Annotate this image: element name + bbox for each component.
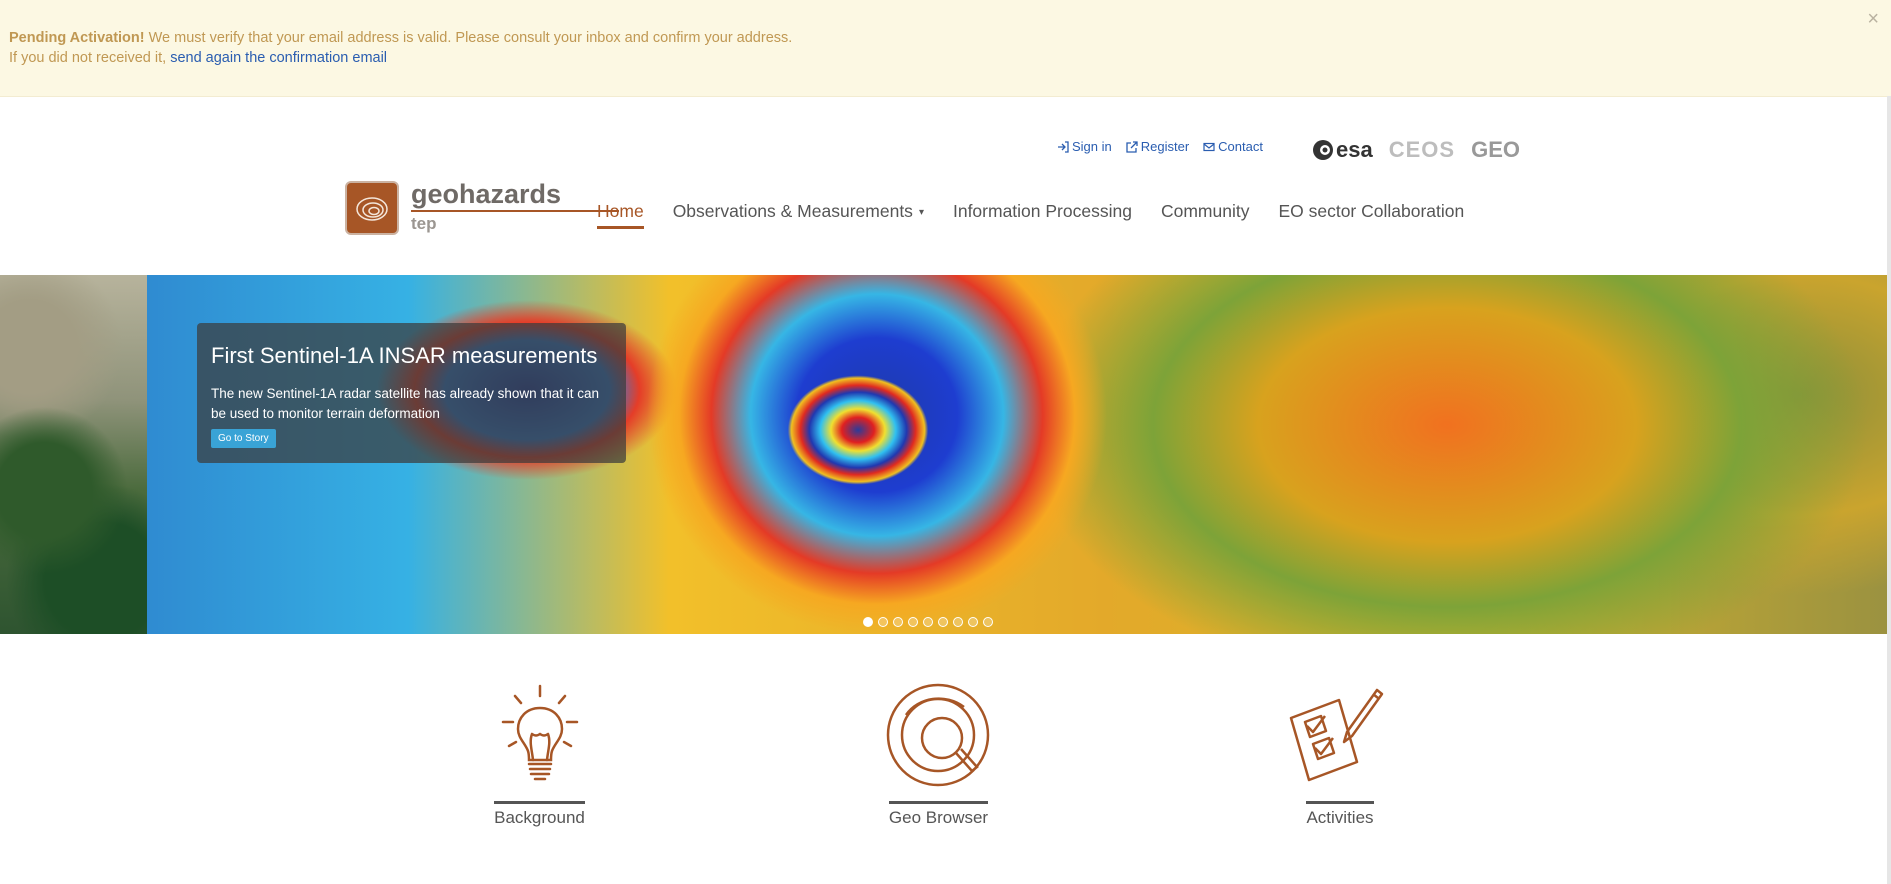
carousel-dot[interactable] [923,617,933,627]
geo-logo[interactable]: GEO [1471,137,1520,163]
main-nav: Home Observations & Measurements ▾ Inform… [597,201,1493,229]
carousel-caption: First Sentinel-1A INSAR measurements The… [197,323,626,463]
hero-carousel[interactable]: First Sentinel-1A INSAR measurements The… [0,275,1887,634]
chevron-down-icon: ▾ [918,207,924,218]
carousel-dot[interactable] [863,617,873,627]
nav-information-processing[interactable]: Information Processing [953,201,1132,229]
geo-label: GEO [1471,137,1520,162]
top-links: Sign in Register Contact [1057,139,1263,154]
geohazards-emblem-icon [345,181,399,235]
carousel-dot[interactable] [983,617,993,627]
feature-background[interactable]: Background [492,680,587,828]
feature-background-label: Background [494,801,585,828]
contact-link[interactable]: Contact [1203,139,1263,154]
esa-logo[interactable]: esa [1312,137,1373,163]
pending-activation-alert: Pending Activation! We must verify that … [0,0,1891,97]
alert-message: We must verify that your email address i… [144,30,793,46]
ceos-logo[interactable]: CEOS [1389,137,1455,163]
sign-in-label: Sign in [1072,139,1112,154]
logo-text: geohazards tep [411,179,619,234]
esa-label: esa [1336,137,1373,162]
carousel-dot[interactable] [878,617,888,627]
carousel-indicators [863,617,993,627]
nav-community[interactable]: Community [1161,201,1250,229]
carousel-dot[interactable] [968,617,978,627]
logo-title: geohazards [411,179,619,212]
alert-line-1: Pending Activation! We must verify that … [9,30,792,46]
magnifier-globe-icon [886,683,990,787]
scrollbar[interactable] [1887,96,1891,884]
nav-observations-measurements[interactable]: Observations & Measurements ▾ [673,201,924,229]
register-link[interactable]: Register [1126,139,1189,154]
carousel-title: First Sentinel-1A INSAR measurements [211,343,598,368]
checklist-icon [1289,688,1384,782]
ceos-label: CEOS [1388,137,1456,162]
carousel-dot[interactable] [908,617,918,627]
carousel-dot[interactable] [953,617,963,627]
carousel-text: The new Sentinel-1A radar satellite has … [211,386,599,421]
carousel-dot[interactable] [893,617,903,627]
close-icon[interactable]: × [1867,8,1879,31]
external-link-icon [1126,140,1138,153]
contact-label: Contact [1218,139,1263,154]
nav-home[interactable]: Home [597,201,644,229]
register-label: Register [1140,139,1190,154]
site-logo[interactable]: geohazards tep [345,179,619,235]
partner-logos: esa CEOS GEO [1312,137,1520,163]
alert-title: Pending Activation! [9,30,145,46]
alert-line2-prefix: If you did not received it, [9,50,171,66]
resend-confirmation-link[interactable]: send again the confirmation email [170,50,387,66]
feature-activities-label: Activities [1306,801,1374,828]
go-to-story-button[interactable]: Go to Story [211,429,276,448]
nav-observations-label: Observations & Measurements [672,201,913,221]
sign-in-link[interactable]: Sign in [1057,139,1112,154]
envelope-icon [1203,142,1215,151]
logo-subtitle: tep [411,214,437,233]
feature-geo-browser-label: Geo Browser [888,801,989,828]
nav-eo-sector-collaboration[interactable]: EO sector Collaboration [1278,201,1464,229]
lightbulb-icon [501,684,578,781]
feature-activities[interactable]: Activities [1285,680,1395,828]
esa-emblem-icon [1313,140,1333,160]
feature-geo-browser[interactable]: Geo Browser [886,680,991,828]
satellite-image-strip [0,275,147,634]
alert-line-2: If you did not received it, send again t… [9,50,387,66]
sign-in-icon [1058,140,1069,153]
carousel-dot[interactable] [938,617,948,627]
